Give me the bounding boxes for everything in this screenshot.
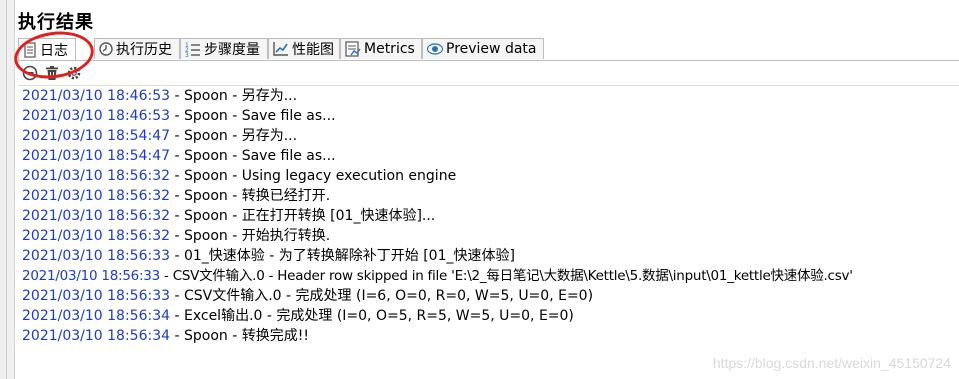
log-timestamp: 2021/03/10 18:56:32 [22, 188, 171, 204]
log-message: - Spoon - 转换完成!! [170, 328, 309, 344]
tab-label: 性能图 [292, 42, 334, 58]
tab-metrics[interactable]: Metrics [340, 38, 422, 59]
history-icon [99, 42, 113, 56]
log-line: 2021/03/10 18:56:34 - Spoon - 转换完成!! [22, 326, 309, 346]
chart-icon [273, 42, 288, 56]
log-message: - Spoon - 正在打开转换 [01_快速体验]... [170, 208, 436, 224]
log-message: - CSV文件输入.0 - Header row skipped in file… [159, 268, 853, 284]
log-timestamp: 2021/03/10 18:56:33 [22, 248, 171, 264]
tab-label: Preview data [446, 41, 537, 57]
log-timestamp: 2021/03/10 18:56:34 [22, 328, 171, 344]
tab-history[interactable]: 执行历史 [94, 38, 180, 59]
log-message: - Spoon - 转换已经打开. [170, 188, 331, 204]
log-message: - Spoon - 另存为... [170, 88, 298, 104]
log-line: 2021/03/10 18:56:33 - 01_快速体验 - 为了转换解除补丁… [22, 246, 515, 266]
log-timestamp: 2021/03/10 18:46:53 [22, 88, 171, 104]
log-line: 2021/03/10 18:46:53 - Spoon - Save file … [22, 106, 336, 126]
log-line: 2021/03/10 18:56:34 - Excel输出.0 - 完成处理 (… [22, 306, 574, 326]
tab-label: 步骤度量 [204, 42, 260, 58]
metrics-icon [345, 41, 361, 57]
log-message: - Spoon - Using legacy execution engine [170, 168, 457, 184]
tab-label: 执行历史 [116, 42, 172, 58]
log-message: - CSV文件输入.0 - 完成处理 (I=6, O=0, R=0, W=5, … [170, 288, 594, 304]
log-line: 2021/03/10 18:56:32 - Spoon - 转换已经打开. [22, 186, 330, 206]
eye-icon [427, 43, 443, 55]
svg-text:3: 3 [185, 52, 189, 57]
log-message: - Spoon - Save file as... [170, 148, 336, 164]
log-message: - Spoon - 开始执行转换. [170, 228, 331, 244]
log-line: 2021/03/10 18:54:47 - Spoon - Save file … [22, 146, 336, 166]
panel-title: 执行结果 [18, 12, 94, 33]
log-timestamp: 2021/03/10 18:56:32 [22, 208, 171, 224]
log-message: - 01_快速体验 - 为了转换解除补丁开始 [01_快速体验] [170, 248, 515, 264]
tab-preview-data[interactable]: Preview data [422, 38, 544, 59]
tab-performance-chart[interactable]: 性能图 [268, 38, 340, 59]
log-line: 2021/03/10 18:54:47 - Spoon - 另存为... [22, 126, 297, 146]
log-line: 2021/03/10 18:56:33 - CSV文件输入.0 - Header… [22, 266, 853, 286]
log-timestamp: 2021/03/10 18:56:32 [22, 228, 171, 244]
log-message: - Excel输出.0 - 完成处理 (I=0, O=5, R=5, W=5, … [170, 308, 574, 324]
log-line: 2021/03/10 18:56:33 - CSV文件输入.0 - 完成处理 (… [22, 286, 593, 306]
log-timestamp: 2021/03/10 18:46:53 [22, 108, 171, 124]
log-timestamp: 2021/03/10 18:56:33 [22, 268, 160, 284]
log-message: - Spoon - 另存为... [170, 128, 298, 144]
log-line: 2021/03/10 18:46:53 - Spoon - 另存为... [22, 86, 297, 106]
log-timestamp: 2021/03/10 18:54:47 [22, 148, 171, 164]
log-line: 2021/03/10 18:56:32 - Spoon - Using lega… [22, 166, 456, 186]
log-line: 2021/03/10 18:56:32 - Spoon - 开始执行转换. [22, 226, 330, 246]
watermark: https://blog.csdn.net/weixin_45150724 [712, 355, 951, 371]
log-timestamp: 2021/03/10 18:56:34 [22, 308, 171, 324]
log-timestamp: 2021/03/10 18:56:32 [22, 168, 171, 184]
log-line: 2021/03/10 18:56:32 - Spoon - 正在打开转换 [01… [22, 206, 435, 226]
result-tabbar: 日志 执行历史 1 2 3 步骤度量 性能图 Metrics Preview d… [18, 38, 959, 61]
list-metrics-icon: 1 2 3 [185, 42, 200, 57]
log-timestamp: 2021/03/10 18:56:33 [22, 288, 171, 304]
tab-step-metrics[interactable]: 1 2 3 步骤度量 [180, 38, 268, 59]
log-message: - Spoon - Save file as... [170, 108, 336, 124]
log-timestamp: 2021/03/10 18:54:47 [22, 128, 171, 144]
tab-label: Metrics [364, 41, 415, 57]
log-output[interactable]: 2021/03/10 18:46:53 - Spoon - 另存为... 202… [18, 85, 959, 379]
window-left-border [0, 0, 15, 379]
